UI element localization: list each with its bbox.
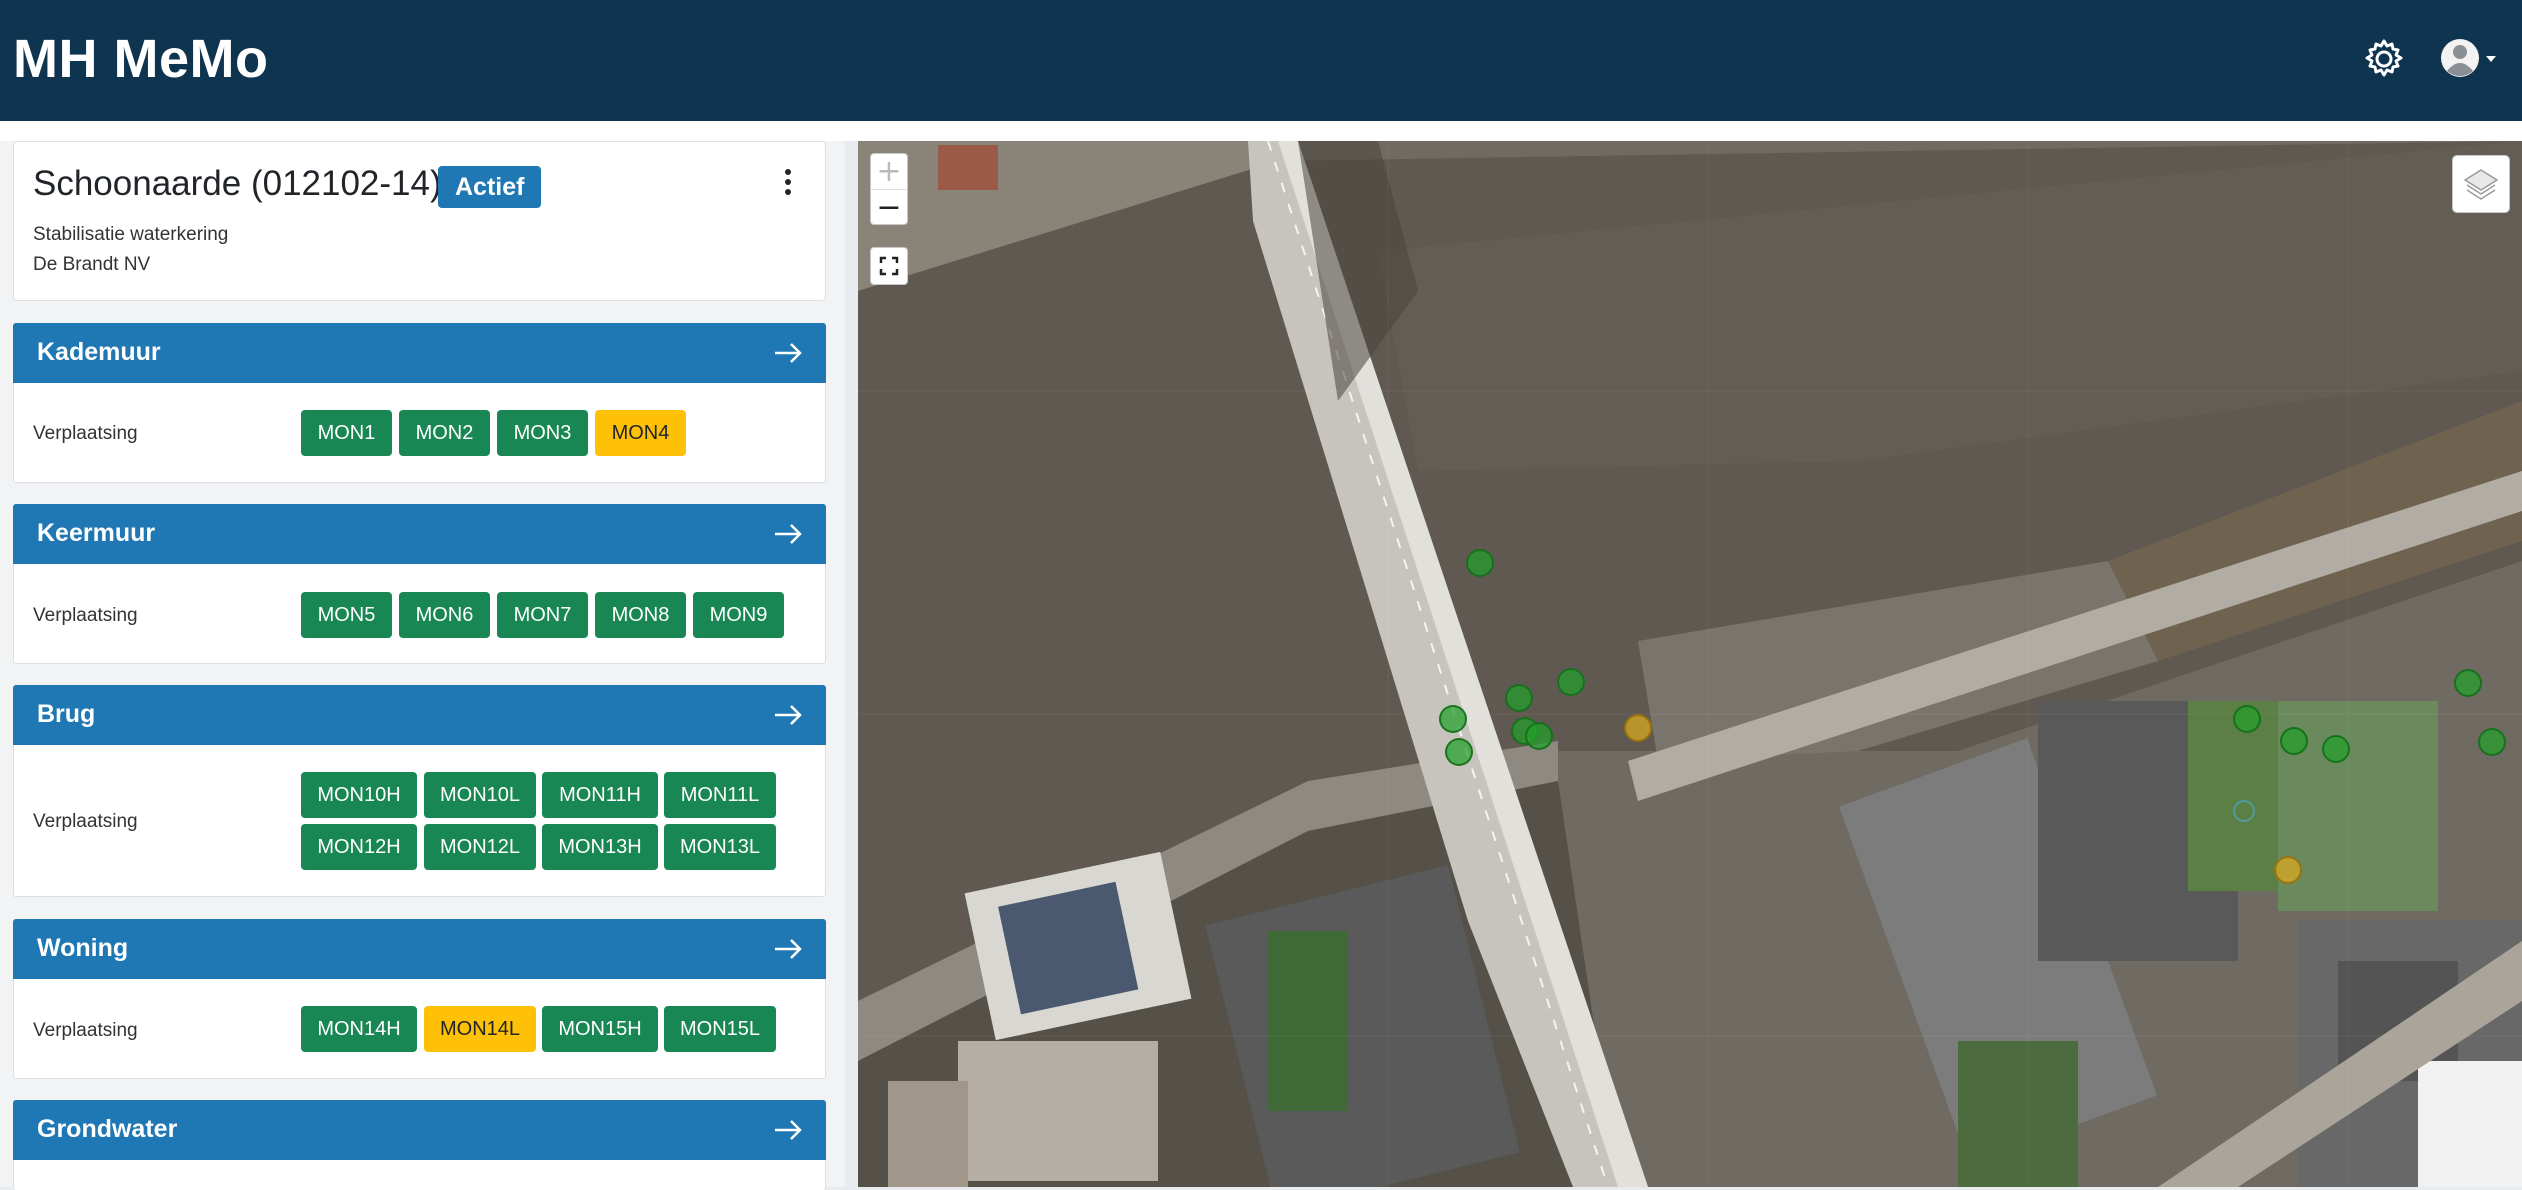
map-marker[interactable] [1445,738,1473,766]
zoom-out-button[interactable]: − [871,190,907,225]
sidebar: Schoonaarde (012102-14) Actief Stabilisa… [0,141,845,1190]
section-label: Verplaatsing [33,811,138,832]
satellite-imagery [858,141,2522,1187]
section-label: Verplaatsing [33,605,138,626]
arrow-right-icon [775,1120,802,1140]
arrow-right-icon [775,705,802,725]
layers-button[interactable] [2452,155,2510,213]
monitor-mon7[interactable]: MON7 [497,592,588,638]
section-label: Verplaatsing [33,1020,138,1041]
map-marker[interactable] [2274,856,2302,884]
arrow-right-icon [775,343,802,363]
monitor-mon11h[interactable]: MON11H [542,772,658,818]
section-body-kademuur: Verplaatsing MON1 MON2 MON3 MON4 [13,383,826,483]
header-spacer [0,121,2522,141]
monitor-mon1[interactable]: MON1 [301,410,392,456]
arrow-right-icon [775,939,802,959]
map-marker[interactable] [2233,705,2261,733]
monitor-mon15l[interactable]: MON15L [664,1006,776,1052]
app-title[interactable]: MH MeMo [13,28,268,90]
arrow-right-icon [775,524,802,544]
section-title: Woning [37,934,129,962]
section-header-woning[interactable]: Woning [13,919,826,979]
monitor-mon2[interactable]: MON2 [399,410,490,456]
monitor-mon6[interactable]: MON6 [399,592,490,638]
kebab-menu-icon[interactable] [776,166,800,200]
section-body-brug: Verplaatsing MON10H MON10L MON11H MON11L… [13,745,826,897]
map-marker[interactable] [2280,727,2308,755]
fullscreen-button[interactable] [870,247,908,285]
map-marker[interactable] [2454,669,2482,697]
map-marker[interactable] [1624,714,1652,742]
section-label: Verplaatsing [33,423,138,444]
project-title: Schoonaarde (012102-14) [33,164,442,203]
section-header-grondwater[interactable]: Grondwater [13,1100,826,1160]
project-card: Schoonaarde (012102-14) Actief Stabilisa… [13,141,826,301]
monitor-mon8[interactable]: MON8 [595,592,686,638]
section-body-woning: Verplaatsing MON14H MON14L MON15H MON15L [13,979,826,1079]
map-marker[interactable] [1439,705,1467,733]
map-marker[interactable] [1525,722,1553,750]
monitor-mon15h[interactable]: MON15H [542,1006,658,1052]
map-marker[interactable] [1557,668,1585,696]
monitor-mon3[interactable]: MON3 [497,410,588,456]
monitor-mon12l[interactable]: MON12L [424,824,536,870]
map-marker[interactable] [1466,549,1494,577]
monitor-mon12h[interactable]: MON12H [301,824,417,870]
map-marker[interactable] [2478,728,2506,756]
monitor-mon13h[interactable]: MON13H [542,824,658,870]
section-title: Kademuur [37,338,161,366]
section-title: Keermuur [37,519,156,547]
project-description: Stabilisatie waterkering [33,224,229,245]
map-marker[interactable] [1505,684,1533,712]
monitor-mon5[interactable]: MON5 [301,592,392,638]
map-view[interactable]: + − [858,141,2522,1187]
monitor-mon11l[interactable]: MON11L [664,772,776,818]
section-header-brug[interactable]: Brug [13,685,826,745]
monitor-mon4[interactable]: MON4 [595,410,686,456]
section-header-keermuur[interactable]: Keermuur [13,504,826,564]
layers-icon [2463,169,2499,200]
gear-icon[interactable] [2363,38,2405,80]
monitor-mon14l[interactable]: MON14L [424,1006,536,1052]
project-company: De Brandt NV [33,254,151,275]
monitor-mon9[interactable]: MON9 [693,592,784,638]
section-title: Grondwater [37,1115,178,1143]
monitor-mon10l[interactable]: MON10L [424,772,536,818]
top-navbar: MH MeMo [0,0,2522,121]
status-badge: Actief [438,166,542,208]
section-header-kademuur[interactable]: Kademuur [13,323,826,383]
zoom-control: + − [870,153,908,225]
fullscreen-icon [879,256,899,276]
section-body-grondwater [13,1160,826,1190]
zoom-in-button[interactable]: + [871,154,907,190]
map-marker[interactable] [2322,735,2350,763]
monitor-mon14h[interactable]: MON14H [301,1006,417,1052]
section-body-keermuur: Verplaatsing MON5 MON6 MON7 MON8 MON9 [13,564,826,664]
section-title: Brug [37,700,96,728]
user-menu[interactable] [2440,36,2498,80]
monitor-mon10h[interactable]: MON10H [301,772,417,818]
monitor-mon13l[interactable]: MON13L [664,824,776,870]
